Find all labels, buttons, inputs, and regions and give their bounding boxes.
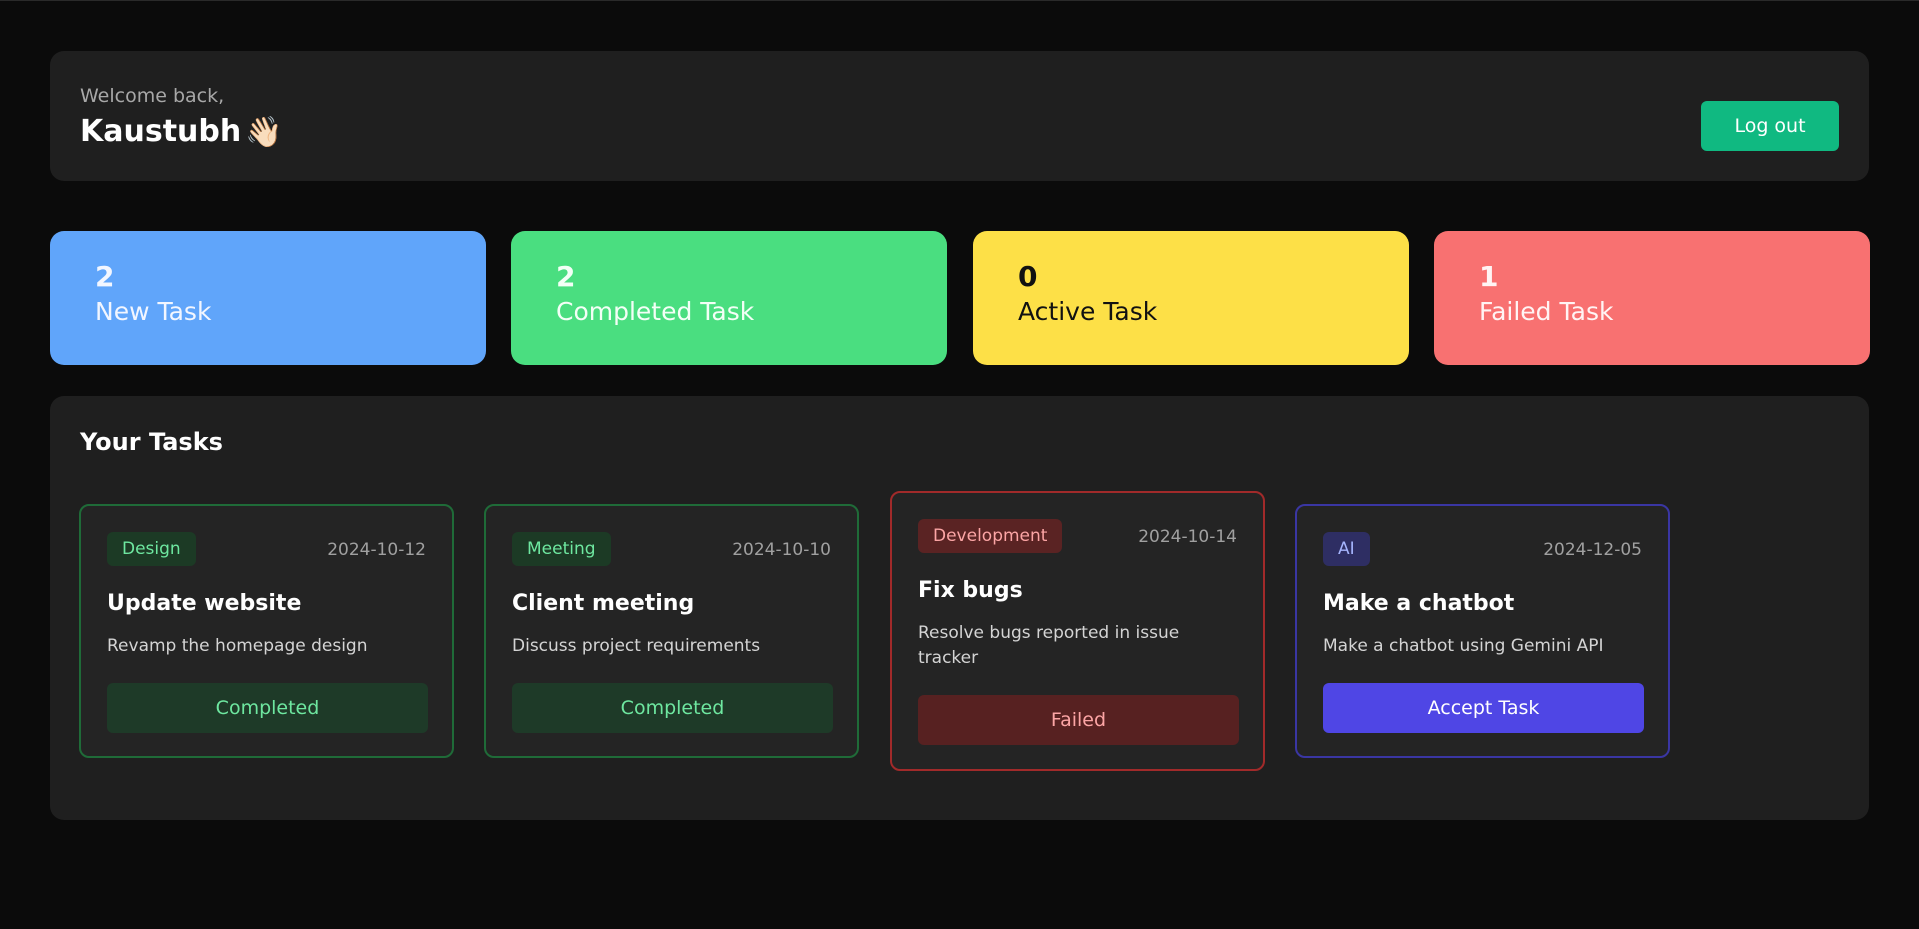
stat-label: Failed Task xyxy=(1479,297,1614,327)
stat-label: New Task xyxy=(95,297,212,327)
stat-count: 1 xyxy=(1479,260,1499,293)
task-category-tag: Development xyxy=(918,519,1063,553)
stat-card-completed: 2 Completed Task xyxy=(511,231,947,365)
task-category-tag: Meeting xyxy=(512,532,611,566)
stat-label: Active Task xyxy=(1018,297,1158,327)
accept-task-button[interactable]: Accept Task xyxy=(1323,683,1644,733)
stat-count: 0 xyxy=(1018,260,1038,293)
stat-card-new: 2 New Task xyxy=(50,231,486,365)
failed-status-button[interactable]: Failed xyxy=(918,695,1239,745)
welcome-header: Welcome back, Kaustubh 👋🏻 Log out xyxy=(50,51,1869,181)
task-card: Design 2024-10-12 Update website Revamp … xyxy=(79,504,454,758)
username: Kaustubh xyxy=(80,114,242,149)
tasks-title: Your Tasks xyxy=(80,428,223,456)
completed-status-button[interactable]: Completed xyxy=(512,683,833,733)
task-title: Make a chatbot xyxy=(1323,591,1515,616)
task-title: Client meeting xyxy=(512,591,695,616)
task-card: Meeting 2024-10-10 Client meeting Discus… xyxy=(484,504,859,758)
task-date: 2024-10-10 xyxy=(732,540,831,560)
stat-card-failed: 1 Failed Task xyxy=(1434,231,1870,365)
task-title: Update website xyxy=(107,591,302,616)
task-date: 2024-10-14 xyxy=(1138,527,1237,547)
task-card: Development 2024-10-14 Fix bugs Resolve … xyxy=(890,491,1265,771)
task-category-tag: Design xyxy=(107,532,196,566)
stat-count: 2 xyxy=(556,260,576,293)
task-stats: 2 New Task 2 Completed Task 0 Active Tas… xyxy=(50,231,1870,365)
top-divider xyxy=(0,0,1919,1)
task-description: Discuss project requirements xyxy=(512,636,761,656)
tasks-panel: Your Tasks Design 2024-10-12 Update webs… xyxy=(50,396,1869,820)
waving-hand-icon: 👋🏻 xyxy=(245,115,283,150)
task-date: 2024-12-05 xyxy=(1543,540,1642,560)
task-description: Revamp the homepage design xyxy=(107,636,368,656)
task-title: Fix bugs xyxy=(918,578,1023,603)
stat-card-active: 0 Active Task xyxy=(973,231,1409,365)
task-description: Make a chatbot using Gemini API xyxy=(1323,636,1604,656)
stat-count: 2 xyxy=(95,260,115,293)
task-category-tag: AI xyxy=(1323,532,1370,566)
task-description: Resolve bugs reported in issue tracker xyxy=(918,623,1180,668)
welcome-text: Welcome back, xyxy=(80,85,225,107)
stat-label: Completed Task xyxy=(556,297,755,327)
task-card: AI 2024-12-05 Make a chatbot Make a chat… xyxy=(1295,504,1670,758)
completed-status-button[interactable]: Completed xyxy=(107,683,428,733)
task-date: 2024-10-12 xyxy=(327,540,426,560)
logout-button[interactable]: Log out xyxy=(1701,101,1839,151)
